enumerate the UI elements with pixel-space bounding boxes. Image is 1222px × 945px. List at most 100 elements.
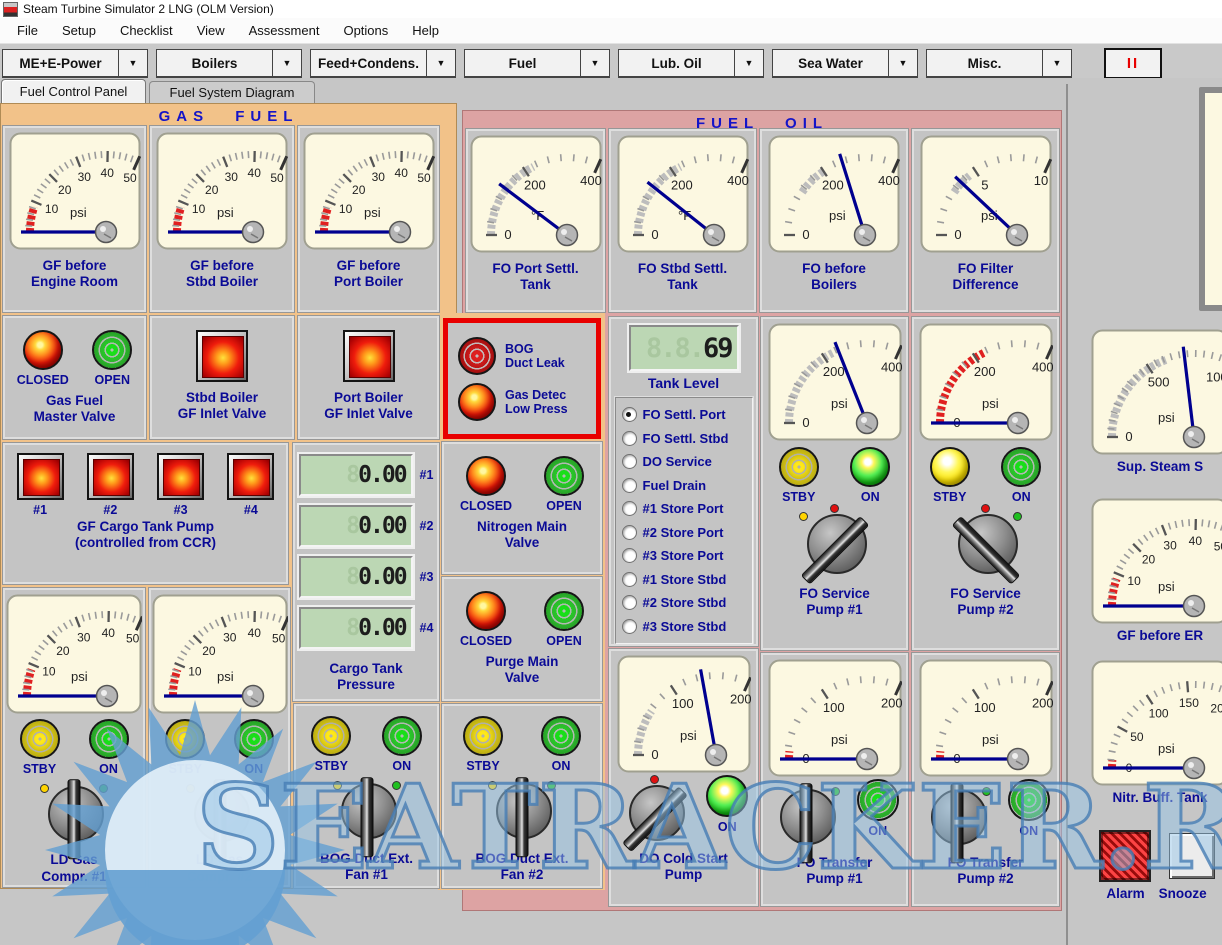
svg-text:0: 0 [504, 227, 511, 242]
menu-options[interactable]: Options [334, 21, 397, 40]
caption: FO ServicePump #2 [914, 586, 1057, 619]
motor-status-lamps: STBYON [296, 716, 437, 773]
radio-label: #1 Store Stbd [643, 572, 727, 587]
open-lamp [92, 330, 132, 370]
radio-option--3-store-stbd[interactable]: #3 Store Stbd [622, 616, 746, 637]
caption: Cargo TankPressure [295, 661, 437, 694]
switch-position-dot [333, 781, 342, 790]
radio-circle [622, 478, 637, 493]
p_fo3-gauge-wrap: 0200400psi [768, 135, 900, 253]
svg-text:200: 200 [822, 364, 844, 379]
toolbar-button-fuel[interactable]: Fuel [464, 49, 581, 78]
switch-position-dot [245, 784, 254, 793]
toolbar-button-lub-oil[interactable]: Lub. Oil [618, 49, 735, 78]
p_ld1-switch[interactable] [38, 776, 110, 856]
p_svc1-switch[interactable] [797, 504, 873, 590]
radio-circle [622, 431, 637, 446]
panel-alarm-snooze: AlarmSnooze [1084, 826, 1222, 921]
lamp-label: CLOSED [460, 499, 512, 513]
lamp-label: CLOSED [460, 634, 512, 648]
toolbar-group: ME+E-Power ▼ [2, 49, 148, 75]
tab-fuel-control-panel[interactable]: Fuel Control Panel [1, 79, 146, 103]
switch-handle [360, 777, 373, 857]
lamp-label: STBY [169, 762, 202, 776]
tab-fuel-system-diagram[interactable]: Fuel System Diagram [149, 81, 315, 103]
svg-text:200: 200 [1210, 702, 1222, 716]
toolbar-button-sea-water[interactable]: Sea Water [772, 49, 889, 78]
alarm-button[interactable] [1099, 830, 1151, 882]
radio-circle [622, 454, 637, 469]
red-square-button-face [233, 459, 270, 496]
lamp-label: ON [1019, 824, 1038, 838]
p_ld2-switch[interactable] [184, 776, 256, 856]
cargo-pump-button-3[interactable] [157, 453, 204, 500]
p_ld1-gauge-wrap: 1020304050psi [6, 594, 142, 714]
snooze-button[interactable] [1169, 833, 1215, 879]
p_docold-switch[interactable] [619, 775, 691, 857]
radio-option-fuel-drain[interactable]: Fuel Drain [622, 475, 746, 496]
gauge-unit: psi [831, 732, 848, 747]
lamp-label: ON [392, 759, 411, 773]
toolbar-button-boilers[interactable]: Boilers [156, 49, 273, 78]
pump-status-lamps: STBYON [914, 447, 1057, 504]
gauge-unit: psi [1158, 579, 1175, 594]
menu-help[interactable]: Help [403, 21, 448, 40]
toolbar-dropdown-1[interactable]: ▼ [273, 49, 302, 78]
caption-line: FO Stbd Settl. [611, 261, 754, 277]
svg-text:20: 20 [205, 183, 219, 197]
caption-line: Compr. #1 [5, 869, 143, 885]
toolbar-button-misc-[interactable]: Misc. [926, 49, 1043, 78]
svg-text:200: 200 [524, 178, 546, 193]
pause-button[interactable]: II [1104, 48, 1162, 79]
menu-setup[interactable]: Setup [53, 21, 105, 40]
cargo-pump-button-2[interactable] [87, 453, 134, 500]
radio-option--3-store-port[interactable]: #3 Store Port [622, 545, 746, 566]
toolbar-dropdown-0[interactable]: ▼ [119, 49, 148, 78]
panel-purge-main-valve: CLOSEDOPENPurge MainValve [442, 577, 602, 701]
svg-text:0: 0 [651, 747, 658, 762]
radio-option-do-service[interactable]: DO Service [622, 451, 746, 472]
display-ghost-digits: 8 [346, 462, 358, 488]
p_valve2-button[interactable] [196, 330, 248, 382]
toolbar-dropdown-3[interactable]: ▼ [581, 49, 610, 78]
button-label: #1 [33, 503, 47, 517]
caption-line: Nitrogen Main [444, 519, 600, 535]
radio-option--1-store-port[interactable]: #1 Store Port [622, 498, 746, 519]
menu-checklist[interactable]: Checklist [111, 21, 182, 40]
menu-view[interactable]: View [188, 21, 234, 40]
p_svc1-gauge: 0200400psi [768, 323, 902, 441]
toolbar-button-feed-condens-[interactable]: Feed+Condens. [310, 49, 427, 78]
radio-option-fo-settl-stbd[interactable]: FO Settl. Stbd [622, 428, 746, 449]
toolbar-button-me-e-power[interactable]: ME+E-Power [2, 49, 119, 78]
toolbar-dropdown-4[interactable]: ▼ [735, 49, 764, 78]
menu-assessment[interactable]: Assessment [240, 21, 329, 40]
caption-line: Stbd Boiler [152, 390, 292, 406]
p_valve3-button[interactable] [343, 330, 395, 382]
toolbar-dropdown-5[interactable]: ▼ [889, 49, 918, 78]
chevron-down-icon: ▼ [129, 58, 138, 68]
p_tr1-switch[interactable] [770, 779, 842, 861]
gauge-knob [556, 225, 577, 246]
p_fan2-switch[interactable] [486, 773, 558, 855]
p_svc2-switch[interactable] [948, 504, 1024, 590]
svg-text:20: 20 [352, 183, 366, 197]
radio-option--2-store-stbd[interactable]: #2 Store Stbd [622, 592, 746, 613]
tank-level-radio-group: FO Settl. Port FO Settl. StbdDO Service Fu… [615, 397, 753, 644]
cargo-pump-button-1[interactable] [17, 453, 64, 500]
motor-status-lamps: STBYON [151, 719, 288, 776]
menu-file[interactable]: File [8, 21, 47, 40]
toolbar-dropdown-2[interactable]: ▼ [427, 49, 456, 78]
toolbar-dropdown-6[interactable]: ▼ [1043, 49, 1072, 78]
svg-text:50: 50 [270, 171, 284, 185]
radio-option--1-store-stbd[interactable]: #1 Store Stbd [622, 569, 746, 590]
p_fan1-switch[interactable] [331, 773, 403, 855]
panel-fo-before-boilers: 0200400psiFO beforeBoilers [760, 129, 908, 312]
gauge-unit: psi [71, 669, 88, 684]
radio-option-fo-settl-port[interactable]: FO Settl. Port [622, 404, 746, 425]
svg-text:20: 20 [56, 644, 70, 658]
svg-text:40: 40 [102, 626, 116, 640]
radio-option--2-store-port[interactable]: #2 Store Port [622, 522, 746, 543]
p_tr2-switch[interactable] [921, 779, 993, 861]
cargo-pump-button-4[interactable] [227, 453, 274, 500]
stby-lamp [463, 716, 503, 756]
